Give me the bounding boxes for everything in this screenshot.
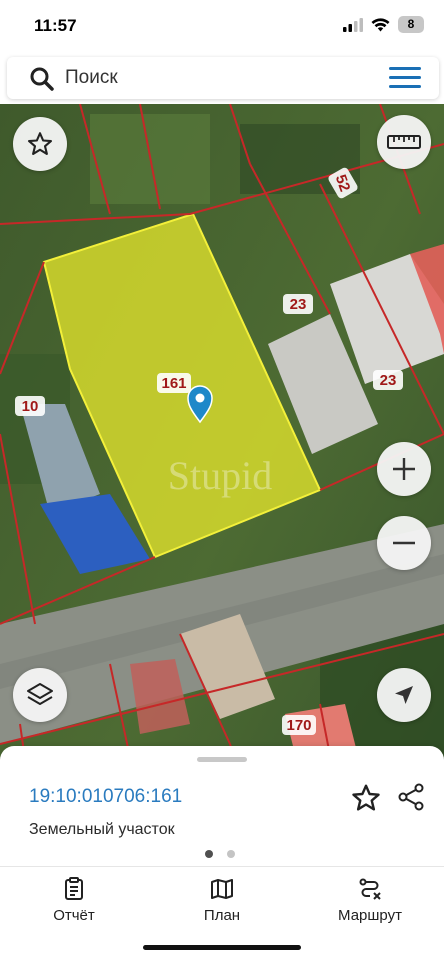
status-time: 11:57: [34, 16, 77, 35]
location-arrow-icon: [395, 686, 413, 704]
minus-icon: [393, 541, 415, 545]
page-dot-active: [205, 850, 213, 858]
bottom-tab-bar: Отчёт План Маршрут: [0, 866, 444, 960]
parcel-label-main: 161: [161, 375, 186, 392]
tab-report[interactable]: Отчёт: [14, 877, 134, 925]
star-icon: [27, 132, 53, 155]
sheet-drag-handle[interactable]: [197, 757, 247, 762]
zoom-in-button[interactable]: [377, 442, 431, 496]
parcel-label: 23: [290, 296, 307, 313]
status-bar: 11:57 8: [0, 0, 444, 52]
parcel-label: 10: [22, 398, 39, 415]
search-bar[interactable]: [7, 57, 439, 99]
tab-label: План: [203, 907, 241, 924]
ruler-button[interactable]: [377, 115, 431, 169]
my-location-button[interactable]: [377, 668, 431, 722]
status-icons: 8: [343, 16, 424, 33]
layers-button[interactable]: [13, 668, 67, 722]
tab-label: Маршрут: [338, 907, 402, 924]
wifi-icon: [371, 17, 390, 31]
page-indicator: [205, 850, 235, 858]
route-icon: [359, 878, 381, 900]
cadastral-number[interactable]: 19:10:010706:161: [29, 786, 182, 808]
signal-icon: [343, 17, 363, 32]
battery-indicator: 8: [398, 16, 424, 33]
plus-icon: [393, 458, 415, 480]
tab-plan[interactable]: План: [162, 877, 282, 925]
map-plan-icon: [211, 879, 233, 899]
favorite-map-button[interactable]: [13, 117, 67, 171]
report-icon: [65, 877, 83, 900]
parcel-label: 170: [286, 717, 311, 734]
share-icon[interactable]: [396, 782, 426, 812]
hamburger-menu-icon[interactable]: [389, 67, 421, 89]
watermark-text: Stupid: [168, 453, 272, 498]
star-icon[interactable]: [350, 782, 382, 814]
ruler-icon: [387, 135, 421, 149]
page-dot: [227, 850, 235, 858]
layers-icon: [27, 683, 53, 705]
zoom-out-button[interactable]: [377, 516, 431, 570]
parcel-type: Земельный участок: [29, 821, 175, 838]
search-input[interactable]: [65, 63, 365, 93]
parcel-label: 23: [380, 372, 397, 389]
tab-route[interactable]: Маршрут: [310, 877, 430, 925]
tab-label: Отчёт: [53, 907, 95, 924]
home-indicator: [143, 945, 301, 950]
search-icon[interactable]: [29, 66, 55, 92]
